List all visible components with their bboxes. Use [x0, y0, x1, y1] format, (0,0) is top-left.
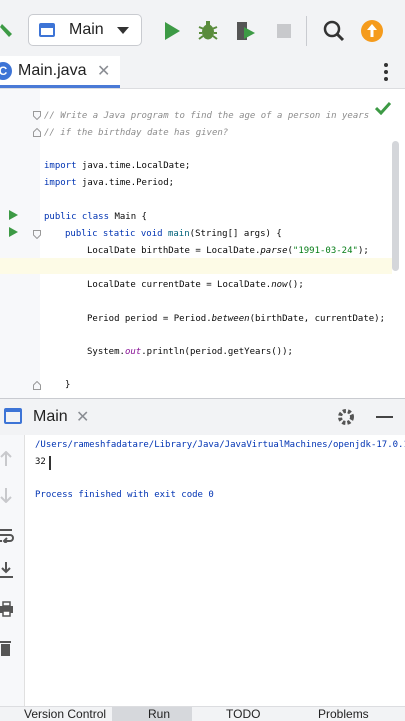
keyword: public static void [65, 229, 163, 239]
trash-icon[interactable] [0, 639, 12, 657]
stop-icon[interactable] [272, 18, 296, 44]
run-gutter-icon[interactable] [9, 210, 18, 220]
search-icon[interactable] [322, 18, 346, 44]
editor-tab-bar: C Main.java ✕ [0, 56, 405, 89]
print-icon[interactable] [0, 601, 14, 617]
coverage-icon[interactable] [234, 18, 258, 44]
tab-main-java[interactable]: C Main.java ✕ [0, 56, 120, 88]
console-command-line: /Users/rameshfadatare/Library/Java/JavaV… [35, 440, 405, 450]
run-tab-label[interactable]: Main [33, 408, 68, 426]
arrow-down-icon[interactable] [0, 487, 12, 503]
code-line-main: public static void main(String[] args) { [65, 228, 282, 240]
keyword: public class [44, 212, 110, 222]
code-line-println: System.out.println(period.getYears()); [87, 346, 293, 358]
run-icon[interactable] [160, 18, 184, 44]
fold-icon[interactable] [33, 381, 41, 390]
close-icon[interactable]: ✕ [97, 61, 110, 81]
class-icon: C [0, 62, 12, 80]
code-text: (); [287, 280, 304, 290]
checkmark-icon[interactable] [375, 101, 391, 115]
code-text: LocalDate birthDate = LocalDate. [87, 246, 261, 256]
code-text: java.time.LocalDate; [76, 161, 191, 171]
soft-wrap-icon[interactable] [0, 527, 14, 543]
run-configuration-label: Main [69, 21, 104, 38]
editor-gutter [0, 89, 41, 398]
chevron-down-icon [117, 27, 129, 34]
method-name: now [271, 280, 288, 290]
code-text: .println(period.getYears()); [141, 347, 293, 357]
console-side-toolbar [0, 435, 24, 707]
code-comment: // if the birthday date has given? [44, 128, 229, 138]
code-line-import: import java.time.LocalDate; [44, 160, 190, 172]
fold-icon[interactable] [33, 128, 41, 137]
string-literal: "1991-03-24" [292, 246, 358, 256]
hammer-icon[interactable] [0, 20, 14, 44]
status-item-run[interactable]: Run [148, 707, 170, 721]
current-line-highlight [0, 258, 392, 274]
keyword: import [44, 161, 77, 171]
code-text: Period period = Period. [87, 314, 212, 324]
run-tool-window-header: Main ✕ [0, 398, 405, 436]
more-options-icon[interactable] [380, 62, 392, 82]
code-text: (String[] args) { [189, 229, 282, 239]
main-toolbar: Main [0, 0, 405, 63]
tab-label: Main.java [18, 62, 87, 79]
console-exit-message: Process finished with exit code 0 [35, 490, 214, 500]
field-name: out [124, 347, 142, 357]
status-item-version-control[interactable]: Version Control [24, 707, 106, 721]
code-text: System. [87, 347, 125, 357]
editor-scrollbar[interactable] [392, 141, 399, 271]
method-name: parse [260, 246, 288, 256]
run-console[interactable]: /Users/rameshfadatare/Library/Java/JavaV… [24, 435, 405, 707]
application-config-icon [39, 23, 55, 37]
scroll-to-end-icon[interactable] [0, 561, 14, 579]
code-text: Main { [109, 212, 147, 222]
code-line-close-brace: } [65, 380, 71, 390]
code-line-period: Period period = Period.between(birthDate… [87, 313, 385, 325]
fold-icon[interactable] [33, 230, 41, 239]
code-line-currentdate: LocalDate currentDate = LocalDate.now(); [87, 279, 304, 291]
code-editor[interactable]: // Write a Java program to find the age … [0, 89, 405, 398]
console-output: 32 [35, 457, 46, 467]
close-icon[interactable]: ✕ [76, 407, 89, 427]
application-config-icon [4, 408, 22, 424]
code-text: java.time.Period; [76, 178, 175, 188]
fold-icon[interactable] [33, 111, 41, 120]
toolbar-separator [306, 16, 307, 46]
method-name: between [211, 314, 250, 324]
run-configuration-selector[interactable]: Main [28, 14, 142, 46]
status-item-todo[interactable]: TODO [226, 707, 260, 721]
run-gutter-icon[interactable] [9, 227, 18, 237]
code-line-class: public class Main { [44, 211, 147, 223]
gear-icon[interactable] [336, 407, 356, 427]
keyword: import [44, 178, 77, 188]
code-text: ); [357, 246, 369, 256]
code-text: (birthDate, currentDate); [249, 314, 386, 324]
minimize-icon[interactable] [376, 416, 393, 418]
code-line-birthdate: LocalDate birthDate = LocalDate.parse("1… [87, 245, 369, 257]
update-icon[interactable] [360, 18, 384, 44]
arrow-up-icon[interactable] [0, 451, 12, 467]
text-cursor-icon [49, 456, 51, 470]
code-comment: // Write a Java program to find the age … [44, 111, 370, 121]
debug-icon[interactable] [196, 18, 220, 44]
status-bar: Version Control Run TODO Problems [0, 706, 405, 721]
status-item-problems[interactable]: Problems [318, 707, 369, 721]
code-line-import: import java.time.Period; [44, 177, 174, 189]
method-name: main [167, 229, 190, 239]
code-text: LocalDate currentDate = LocalDate. [87, 280, 272, 290]
